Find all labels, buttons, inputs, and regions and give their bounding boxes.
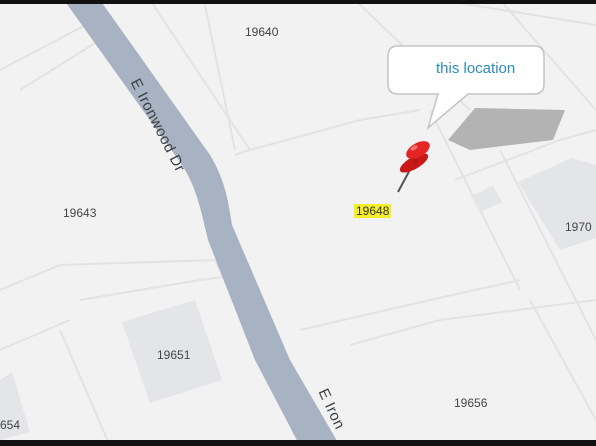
parcel-line (349, 299, 596, 346)
lot-label-19643: 19643 (63, 206, 97, 220)
parcel-line (299, 279, 521, 331)
parcel-line (0, 319, 71, 351)
marker-shadow (448, 108, 565, 150)
callout-text: this location (436, 60, 516, 77)
parcel-line (529, 299, 596, 421)
map-canvas[interactable]: 19640 19643 19648 19651 19656 1970 654 E… (0, 0, 596, 446)
building-footprint (518, 158, 596, 250)
parcel-line (0, 19, 96, 71)
parcel-line (234, 149, 251, 156)
lot-label-19648: 19648 (354, 204, 392, 218)
parcel-line (0, 259, 216, 291)
lot-label-19656: 19656 (454, 396, 488, 410)
parcel-line (249, 109, 421, 151)
lot-label-19640: 19640 (245, 25, 279, 39)
building-footprint (471, 186, 502, 212)
frame-border-top (0, 0, 596, 4)
lot-label-19703: 1970 (565, 220, 592, 234)
frame-border-bottom (0, 440, 596, 446)
lot-label-19651: 19651 (157, 348, 191, 362)
parcel-line (19, 39, 101, 91)
parcel-line (59, 329, 111, 446)
pushpin-icon[interactable] (397, 137, 433, 193)
lot-label-19654: 654 (0, 418, 21, 432)
parcel-line (204, 4, 236, 151)
parcel-line (79, 274, 241, 301)
